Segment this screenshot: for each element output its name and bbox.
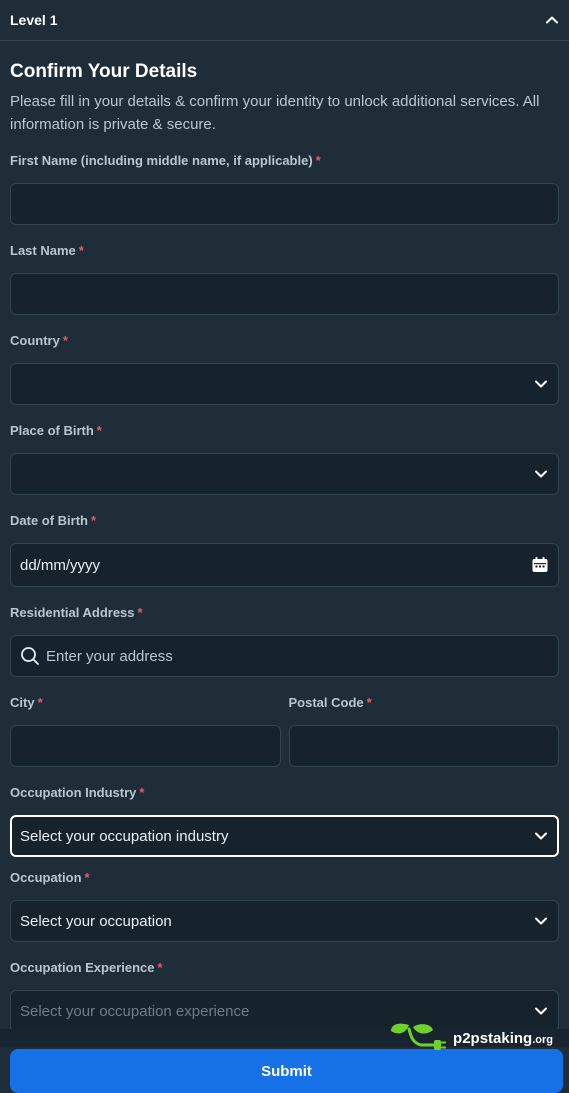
chevron-down-icon [533,1003,549,1019]
city-label: City * [10,695,43,710]
occupation-select[interactable]: Select your occupation [10,900,559,942]
watermark-logo: p2pstaking.org [387,1021,553,1056]
required-mark: * [157,960,163,975]
first-name-input[interactable] [10,183,559,225]
last-name-input[interactable] [10,273,559,315]
required-mark: * [91,513,97,528]
country-label: Country * [10,333,68,348]
chevron-down-icon [533,376,549,392]
required-mark: * [315,153,321,168]
watermark-text: p2pstaking.org [453,1030,553,1047]
date-of-birth-label: Date of Birth * [10,513,97,528]
occupation-industry-select[interactable]: Select your occupation industry [10,815,559,857]
occupation-label: Occupation * [10,870,90,885]
calendar-icon[interactable] [531,556,549,574]
required-mark: * [84,870,90,885]
required-mark: * [139,785,145,800]
date-of-birth-input[interactable]: dd/mm/yyyy [10,543,559,587]
city-input[interactable] [10,725,281,767]
occupation-experience-label: Occupation Experience * [10,960,163,975]
required-mark: * [366,695,372,710]
place-of-birth-label: Place of Birth * [10,423,102,438]
postal-code-input[interactable] [288,725,559,767]
leaf-plug-icon [387,1021,449,1056]
level-1-accordion-header[interactable]: Level 1 [0,0,569,41]
residential-address-label: Residential Address * [10,605,143,620]
postal-code-label: Postal Code * [288,695,372,710]
required-mark: * [62,333,68,348]
form-subtitle: Please fill in your details & confirm yo… [10,93,540,133]
address-search-input[interactable]: Enter your address [10,635,559,677]
chevron-down-icon [533,828,549,844]
required-mark: * [96,423,102,438]
chevron-up-icon[interactable] [545,13,559,27]
first-name-label: First Name (including middle name, if ap… [10,153,321,168]
place-of-birth-select[interactable] [10,453,559,495]
chevron-down-icon [533,913,549,929]
search-icon [20,646,40,666]
last-name-label: Last Name * [10,243,84,258]
form-title: Confirm Your Details [10,61,198,82]
country-select[interactable] [10,363,559,405]
required-mark: * [137,605,143,620]
required-mark: * [37,695,43,710]
required-mark: * [78,243,84,258]
details-form: Confirm Your Details Please fill in your… [0,61,569,1093]
chevron-down-icon [533,466,549,482]
occupation-industry-label: Occupation Industry * [10,785,145,800]
level-title: Level 1 [10,12,58,28]
